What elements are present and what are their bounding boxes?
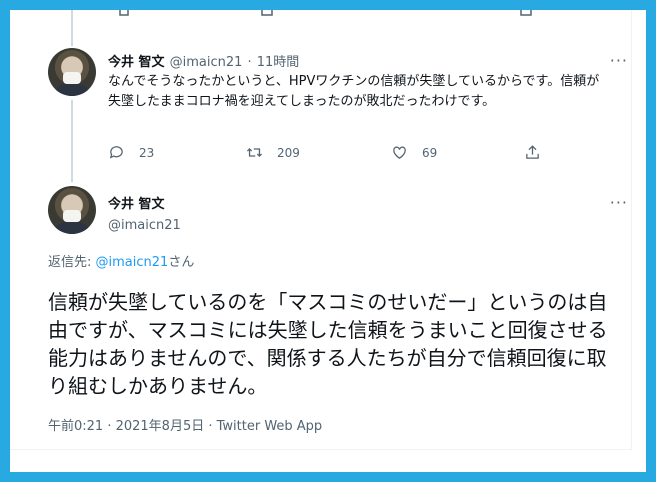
tweet-actions: 23 209 69 — [108, 144, 548, 164]
retweet-icon — [246, 148, 263, 157]
more-options-icon[interactable]: ··· — [610, 53, 628, 69]
thread-connector — [71, 10, 73, 46]
divider — [10, 449, 632, 450]
heart-icon — [393, 146, 406, 159]
retweet-button[interactable]: 209 — [246, 144, 300, 161]
avatar[interactable] — [48, 48, 96, 96]
tweet-text: なんでそうなったかというと、HPVワクチンの信頼が失墜しているからです。信頼が失… — [108, 74, 600, 109]
tweet-timestamp[interactable]: 午前0:21 · 2021年8月5日 · Twitter Web App — [48, 415, 322, 434]
retweet-icon[interactable] — [261, 10, 273, 16]
divider — [631, 10, 632, 450]
reply-prefix: 返信先: — [48, 255, 96, 270]
separator: · — [247, 55, 252, 70]
reply-icon — [109, 146, 123, 159]
tweet-time[interactable]: 11時間 — [257, 55, 300, 70]
user-handle[interactable]: @imaicn21 — [108, 218, 181, 233]
share-icon — [526, 145, 539, 159]
tweet-header: 今井 智文 @imaicn21 · 11時間 — [108, 51, 299, 70]
thread-connector — [71, 100, 73, 182]
reply-handle-link[interactable]: @imaicn21 — [96, 255, 169, 270]
like-button[interactable]: 69 — [391, 144, 437, 161]
reply-icon[interactable] — [118, 10, 130, 16]
avatar[interactable] — [48, 186, 96, 234]
like-count: 69 — [422, 145, 438, 160]
user-handle[interactable]: @imaicn21 — [170, 55, 243, 70]
avatar-body — [54, 222, 90, 234]
display-name[interactable]: 今井 智文 — [108, 55, 165, 70]
reply-count: 23 — [139, 145, 155, 160]
avatar-body — [54, 84, 90, 96]
display-name[interactable]: 今井 智文 — [108, 193, 181, 212]
previous-tweet-actions — [10, 10, 632, 26]
share-icon[interactable] — [520, 10, 532, 16]
reply-button[interactable]: 23 — [108, 144, 154, 161]
share-button[interactable] — [524, 144, 555, 161]
retweet-count: 209 — [277, 145, 300, 160]
tweet-header: 今井 智文 @imaicn21 — [108, 193, 181, 233]
reply-to-label: 返信先: @imaicn21さん — [48, 251, 194, 270]
avatar-mask — [63, 210, 81, 222]
avatar-mask — [63, 72, 81, 84]
reply-suffix: さん — [168, 255, 195, 270]
tweet-text: 信頼が失墜しているのを「マスコミのせいだー」というのは自由ですが、マスコミには失… — [48, 290, 608, 398]
more-options-icon[interactable]: ··· — [610, 195, 628, 211]
tweet-card: 今井 智文 @imaicn21 · 11時間 ··· なんでそうなったかというと… — [10, 10, 646, 472]
